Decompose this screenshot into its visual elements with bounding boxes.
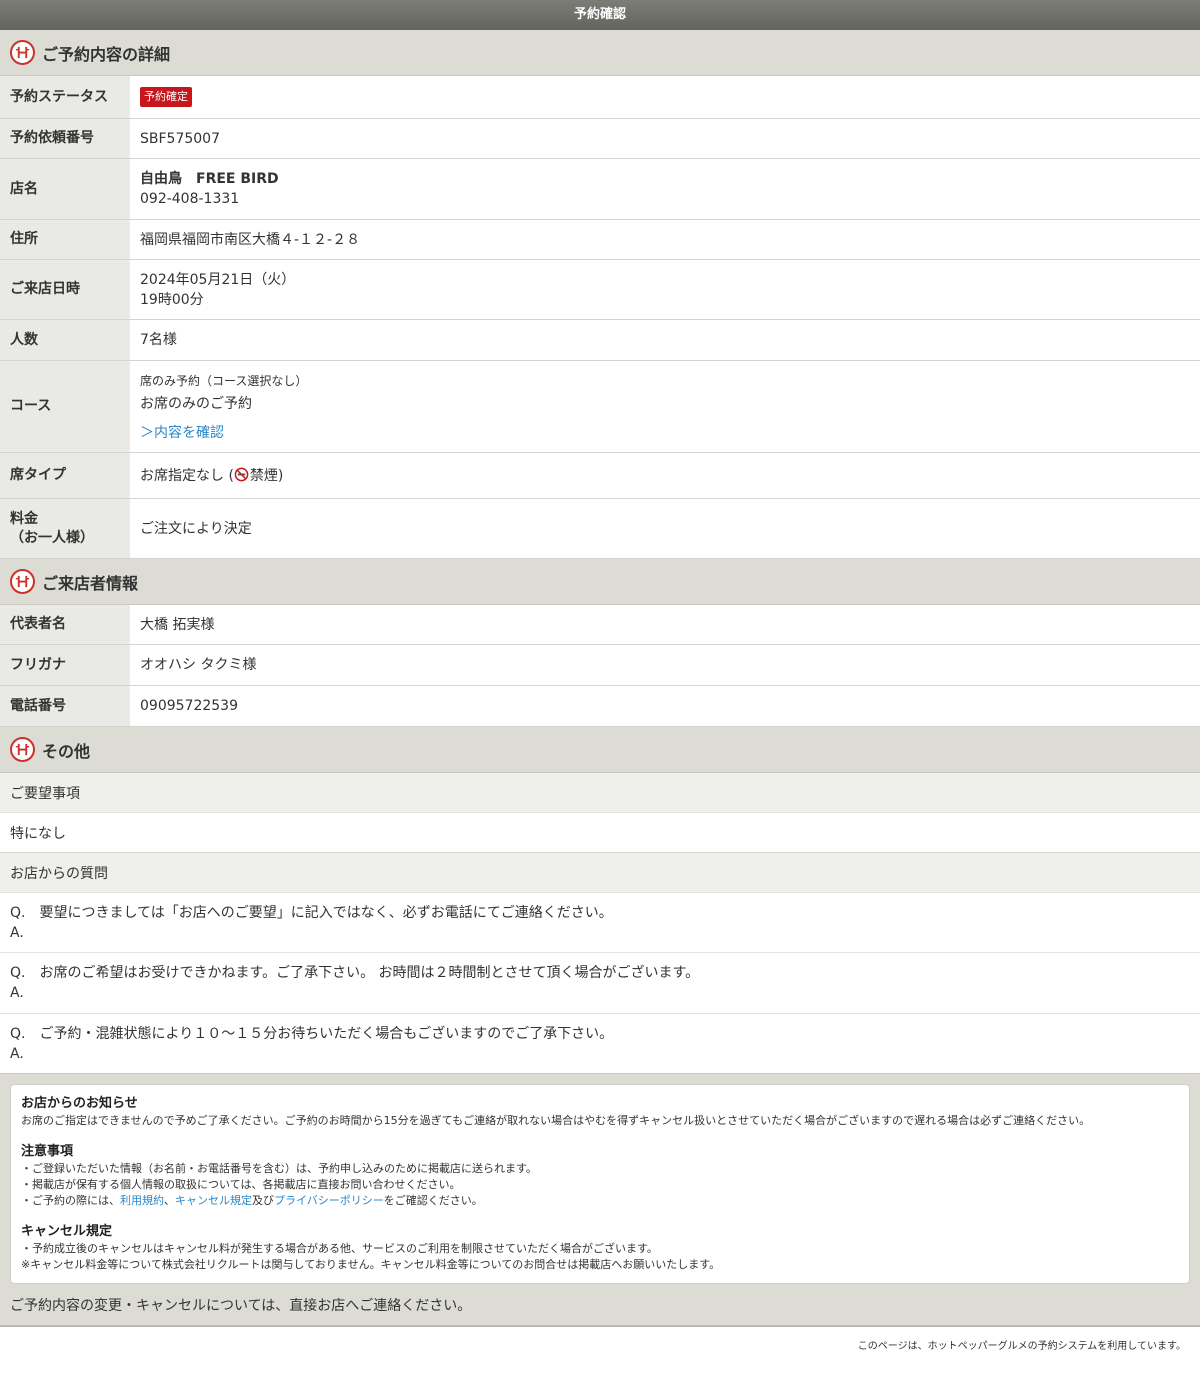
label-address: 住所 — [0, 220, 130, 259]
answer-text: A. — [10, 985, 24, 1001]
label-price-line1: 料金 — [10, 510, 38, 527]
row-seat: 席タイプ お席指定なし ( 禁煙) — [0, 453, 1200, 499]
smoking-type: 禁煙 — [249, 467, 278, 484]
request-no-value: SBF575007 — [140, 130, 220, 147]
label-price-line2: （お一人様） — [10, 529, 94, 546]
qa-item: Q. お席のご希望はお受けできかねます。ご了承下さい。 お時間は２時間制とさせて… — [0, 953, 1200, 1014]
label-request-no: 予約依頼番号 — [0, 119, 130, 158]
seat-value: お席指定なし ( 禁煙) — [140, 466, 1190, 486]
row-people: 人数 7名様 — [0, 320, 1200, 361]
section-title-other: その他 — [42, 741, 91, 761]
caution-line-3: ・ご予約の際には、利用規約、キャンセル規定及びプライバシーポリシーをご確認くださ… — [21, 1193, 1179, 1209]
visit-date: 2024年05月21日（火） — [140, 271, 296, 288]
terms-link[interactable]: 利用規約 — [120, 1194, 164, 1207]
address-value: 福岡県福岡市南区大橋４-１２-２８ — [140, 231, 361, 248]
cancel-line-2: ※キャンセル料金等について株式会社リクルートは関与しておりません。キャンセル料金… — [21, 1258, 721, 1271]
course-name: お席のみのご予約 — [140, 395, 252, 412]
caution-line-2: ・掲載店が保有する個人情報の取扱については、各掲載店に直接お問い合わせください。 — [21, 1178, 461, 1191]
kana-value: オオハシ タクミ様 — [140, 657, 257, 673]
rep-value: 大橋 拓実様 — [140, 616, 215, 633]
hotpepper-h-icon — [10, 40, 35, 65]
privacy-policy-link[interactable]: プライバシーポリシー — [274, 1194, 384, 1207]
row-shop: 店名 自由鳥 FREE BIRD 092-408-1331 — [0, 159, 1200, 220]
notice-area: お店からのお知らせ お席のご指定はできませんので予めご了承ください。ご予約のお時… — [0, 1074, 1200, 1284]
page-title-bar: 予約確認 — [0, 0, 1200, 30]
section-header-visitor: ご来店者情報 — [0, 559, 1200, 605]
status-badge: 予約確定 — [140, 87, 192, 107]
label-course: コース — [0, 361, 130, 452]
answer-text: A. — [10, 924, 24, 941]
shop-tel[interactable]: 092-408-1331 — [140, 189, 1190, 209]
row-kana: フリガナ オオハシ タクミ様 — [0, 645, 1200, 686]
label-datetime: ご来店日時 — [0, 260, 130, 319]
system-credit: このページは、ホットペッパーグルメの予約システムを利用しています。 — [857, 1341, 1186, 1352]
question-text: Q. ご予約・混雑状態により１０～１５分お待ちいただく場合もございますのでご了承… — [10, 1025, 614, 1042]
label-rep: 代表者名 — [0, 605, 130, 644]
shop-notice-title: お店からのお知らせ — [21, 1096, 138, 1111]
caution-title: 注意事項 — [21, 1144, 74, 1159]
price-value: ご注文により決定 — [140, 520, 252, 537]
label-shop: 店名 — [0, 159, 130, 219]
questions-header: お店からの質問 — [0, 853, 1200, 893]
separator-comma: 、 — [164, 1194, 175, 1207]
section-header-details: ご予約内容の詳細 — [0, 30, 1200, 76]
hotpepper-h-icon — [10, 737, 35, 762]
course-detail-link[interactable]: ＞内容を確認 — [140, 424, 1190, 442]
section-header-other: その他 — [0, 727, 1200, 773]
phone-value: 09095722539 — [140, 698, 238, 714]
shop-name: 自由鳥 FREE BIRD — [140, 171, 279, 187]
contact-notice: ご予約内容の変更・キャンセルについては、直接お店へご連絡ください。 — [0, 1284, 1200, 1327]
course-type: 席のみ予約（コース選択なし） — [140, 373, 308, 388]
caution-line-1: ・ご登録いただいた情報（お名前・お電話番号を含む）は、予約申し込みのために掲載店… — [21, 1162, 537, 1175]
label-kana: フリガナ — [0, 645, 130, 685]
row-phone: 電話番号 09095722539 — [0, 686, 1200, 727]
requests-header: ご要望事項 — [0, 773, 1200, 813]
hotpepper-h-icon — [10, 569, 35, 594]
cancel-policy-title: キャンセル規定 — [21, 1224, 113, 1239]
caution-line-3-pre: ・ご予約の際には、 — [21, 1194, 120, 1207]
cancel-line-1: ・予約成立後のキャンセルはキャンセル料が発生する場合がある他、サービスのご利用を… — [21, 1242, 658, 1255]
requests-value: 特になし — [0, 813, 1200, 853]
row-status: 予約ステータス 予約確定 — [0, 76, 1200, 119]
row-rep: 代表者名 大橋 拓実様 — [0, 605, 1200, 645]
cancel-policy-link[interactable]: キャンセル規定 — [175, 1194, 252, 1207]
row-price: 料金 （お一人様） ご注文により決定 — [0, 499, 1200, 559]
section-title-details: ご予約内容の詳細 — [42, 44, 171, 64]
label-status: 予約ステータス — [0, 76, 130, 118]
row-address: 住所 福岡県福岡市南区大橋４-１２-２８ — [0, 220, 1200, 260]
caution-line-3-post: をご確認ください。 — [383, 1194, 483, 1207]
label-price: 料金 （お一人様） — [0, 499, 130, 558]
row-course: コース 席のみ予約（コース選択なし） お席のみのご予約 ＞内容を確認 — [0, 361, 1200, 453]
no-smoking-icon — [234, 467, 249, 481]
seat-suffix: ) — [277, 467, 284, 484]
row-request-no: 予約依頼番号 SBF575007 — [0, 119, 1200, 159]
label-phone: 電話番号 — [0, 686, 130, 726]
shop-notice-text: お席のご指定はできませんので予めご了承ください。ご予約のお時間から15分を過ぎて… — [21, 1114, 1091, 1127]
label-people: 人数 — [0, 320, 130, 360]
qa-item: Q. ご予約・混雑状態により１０～１５分お待ちいただく場合もございますのでご了承… — [0, 1014, 1200, 1074]
visit-time: 19時00分 — [140, 291, 204, 308]
question-text: Q. お席のご希望はお受けできかねます。ご了承下さい。 お時間は２時間制とさせて… — [10, 965, 700, 981]
question-text: Q. 要望につきましては「お店へのご要望」に記入ではなく、必ずお電話にてご連絡く… — [10, 904, 613, 921]
and-text: 及び — [252, 1194, 274, 1207]
row-datetime: ご来店日時 2024年05月21日（火） 19時00分 — [0, 260, 1200, 320]
notice-box: お店からのお知らせ お席のご指定はできませんので予めご了承ください。ご予約のお時… — [10, 1084, 1190, 1284]
section-title-visitor: ご来店者情報 — [42, 573, 139, 593]
page-title: 予約確認 — [573, 7, 626, 22]
seat-prefix: お席指定なし ( — [140, 467, 234, 484]
qa-item: Q. 要望につきましては「お店へのご要望」に記入ではなく、必ずお電話にてご連絡く… — [0, 893, 1200, 953]
people-value: 7名様 — [140, 332, 177, 348]
answer-text: A. — [10, 1045, 24, 1062]
label-seat: 席タイプ — [0, 453, 130, 498]
